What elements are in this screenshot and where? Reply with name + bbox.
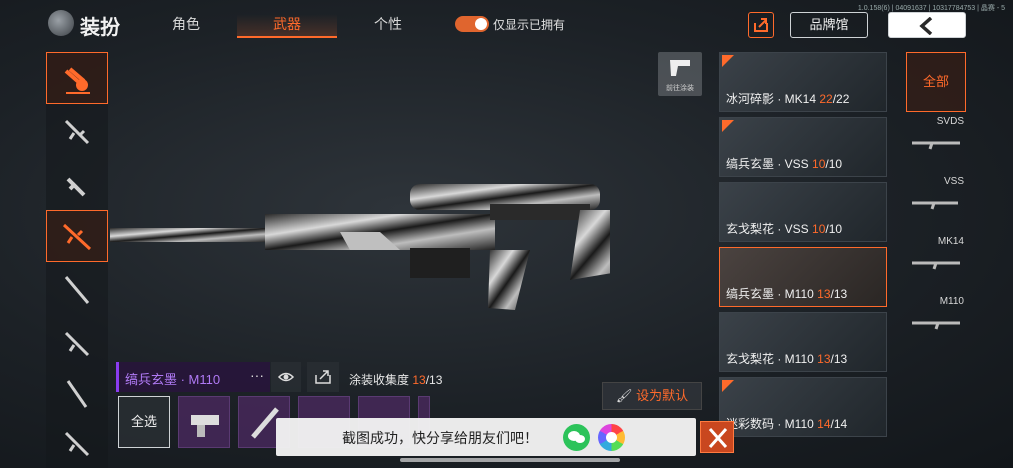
moments-share-icon[interactable] (598, 424, 625, 451)
paint-tag-icon (722, 380, 734, 392)
home-indicator (400, 458, 620, 462)
share-skin-button[interactable] (307, 362, 339, 392)
filter-all[interactable]: 全部 (906, 52, 966, 112)
magazine-icon (191, 415, 219, 437)
skin-name: 迷彩数码 · M110 14/14 (726, 417, 848, 431)
category-assault-rifle[interactable] (46, 106, 108, 158)
filter-vss[interactable]: VSS (906, 174, 966, 234)
goto-paint-label: 前往涂装 (666, 85, 694, 92)
attachment-thumb[interactable] (178, 396, 230, 448)
paint-tag-icon (722, 120, 734, 132)
toggle-knob (475, 18, 487, 30)
filter-label: MK14 (937, 236, 964, 247)
paint-collection-progress: 涂装收集度 13/13 (349, 373, 443, 387)
pistol-outline-icon (670, 60, 690, 76)
skin-item[interactable]: 缟兵玄墨 · VSS 10/10 (719, 117, 887, 177)
weapon-category-sidebar (46, 52, 108, 468)
marksman-rifle-icon (66, 380, 88, 408)
brand-hall-button[interactable]: 品牌馆 (790, 12, 868, 38)
category-skin-badge[interactable] (46, 52, 108, 104)
filter-label: M110 (939, 296, 964, 307)
set-default-button[interactable]: 🖌 设为默认 (602, 382, 702, 410)
filter-label: SVDS (936, 116, 964, 127)
paint-tag-icon (722, 55, 734, 67)
owned-only-label: 仅显示已拥有 (493, 18, 566, 32)
close-icon (708, 428, 728, 448)
wechat-share-icon[interactable] (563, 424, 590, 451)
chevron-left-icon (919, 17, 933, 35)
screenshot-toast: 截图成功，快分享给朋友们吧！ (276, 418, 696, 456)
weapon-skin-badge-icon (64, 67, 90, 94)
filter-m110[interactable]: M110 (906, 294, 966, 354)
skin-item[interactable]: 玄戈梨花 · VSS 10/10 (719, 182, 887, 242)
skin-item[interactable]: 迷彩数码 · M110 14/14 (719, 377, 887, 437)
mk14-icon (912, 261, 960, 270)
preview-button[interactable] (271, 362, 301, 392)
owned-only-toggle[interactable] (455, 16, 489, 32)
category-marksman[interactable] (46, 368, 108, 420)
globe-logo-icon (48, 10, 74, 36)
top-bar: 装扮 角色 武器 个性 仅显示已拥有 1.0.158(6) | 04091637… (0, 0, 1013, 48)
assault-rifle-icon (64, 119, 90, 145)
skin-item[interactable]: 玄戈梨花 · M110 13/13 (719, 312, 887, 372)
skin-name: 缟兵玄墨 · VSS 10/10 (726, 157, 843, 171)
skin-name: 玄戈梨花 · VSS 10/10 (726, 222, 843, 236)
category-smg[interactable] (46, 160, 108, 212)
shotgun-icon (64, 276, 90, 304)
skin-item-selected[interactable]: 缟兵玄墨 · M110 13/13 (719, 247, 887, 307)
brush-icon: 🖌 (615, 388, 633, 403)
svds-icon (912, 141, 960, 150)
category-rifle[interactable] (46, 318, 108, 370)
goto-paint-button[interactable]: 前往涂装 (658, 52, 702, 96)
sniper-rifle-icon (62, 223, 92, 251)
smg-icon (66, 177, 86, 197)
share-button[interactable] (748, 12, 774, 38)
weapon-preview-m110[interactable] (110, 170, 610, 320)
tab-character[interactable]: 角色 (136, 14, 236, 38)
category-shotgun[interactable] (46, 264, 108, 316)
eye-icon (277, 372, 295, 382)
skin-name: 玄戈梨花 · M110 13/13 (726, 352, 848, 366)
pistol-icon (64, 431, 90, 457)
select-all-button[interactable]: 全选 (118, 396, 170, 448)
filter-mk14[interactable]: MK14 (906, 234, 966, 294)
m110-icon (912, 321, 960, 330)
share-icon (315, 370, 331, 384)
toast-message: 截图成功，快分享给朋友们吧！ (342, 430, 538, 446)
skin-name: 缟兵玄墨 · M110 13/13 (726, 287, 848, 301)
close-toast-button[interactable] (700, 421, 734, 453)
page-title: 装扮 (80, 17, 120, 39)
tab-personality[interactable]: 个性 (338, 14, 438, 38)
back-button[interactable] (888, 12, 966, 38)
category-sniper-rifle[interactable] (46, 210, 108, 262)
filter-svds[interactable]: SVDS (906, 114, 966, 174)
current-skin-bar: 缟兵玄墨 · M110 ··· (116, 362, 270, 392)
wechat-bubble-icon (568, 431, 585, 443)
current-skin-name: 缟兵玄墨 · M110 (125, 372, 221, 387)
skin-name: 冰河碎影 · MK14 22/22 (726, 92, 850, 106)
skin-item[interactable]: 冰河碎影 · MK14 22/22 (719, 52, 887, 112)
more-options-button[interactable]: ··· (250, 367, 264, 383)
vss-icon (912, 201, 958, 210)
category-pistol[interactable] (46, 418, 108, 468)
tab-weapon[interactable]: 武器 (237, 14, 337, 38)
rifle-icon (64, 331, 90, 357)
filter-label: VSS (943, 176, 964, 187)
share-icon (754, 18, 768, 32)
